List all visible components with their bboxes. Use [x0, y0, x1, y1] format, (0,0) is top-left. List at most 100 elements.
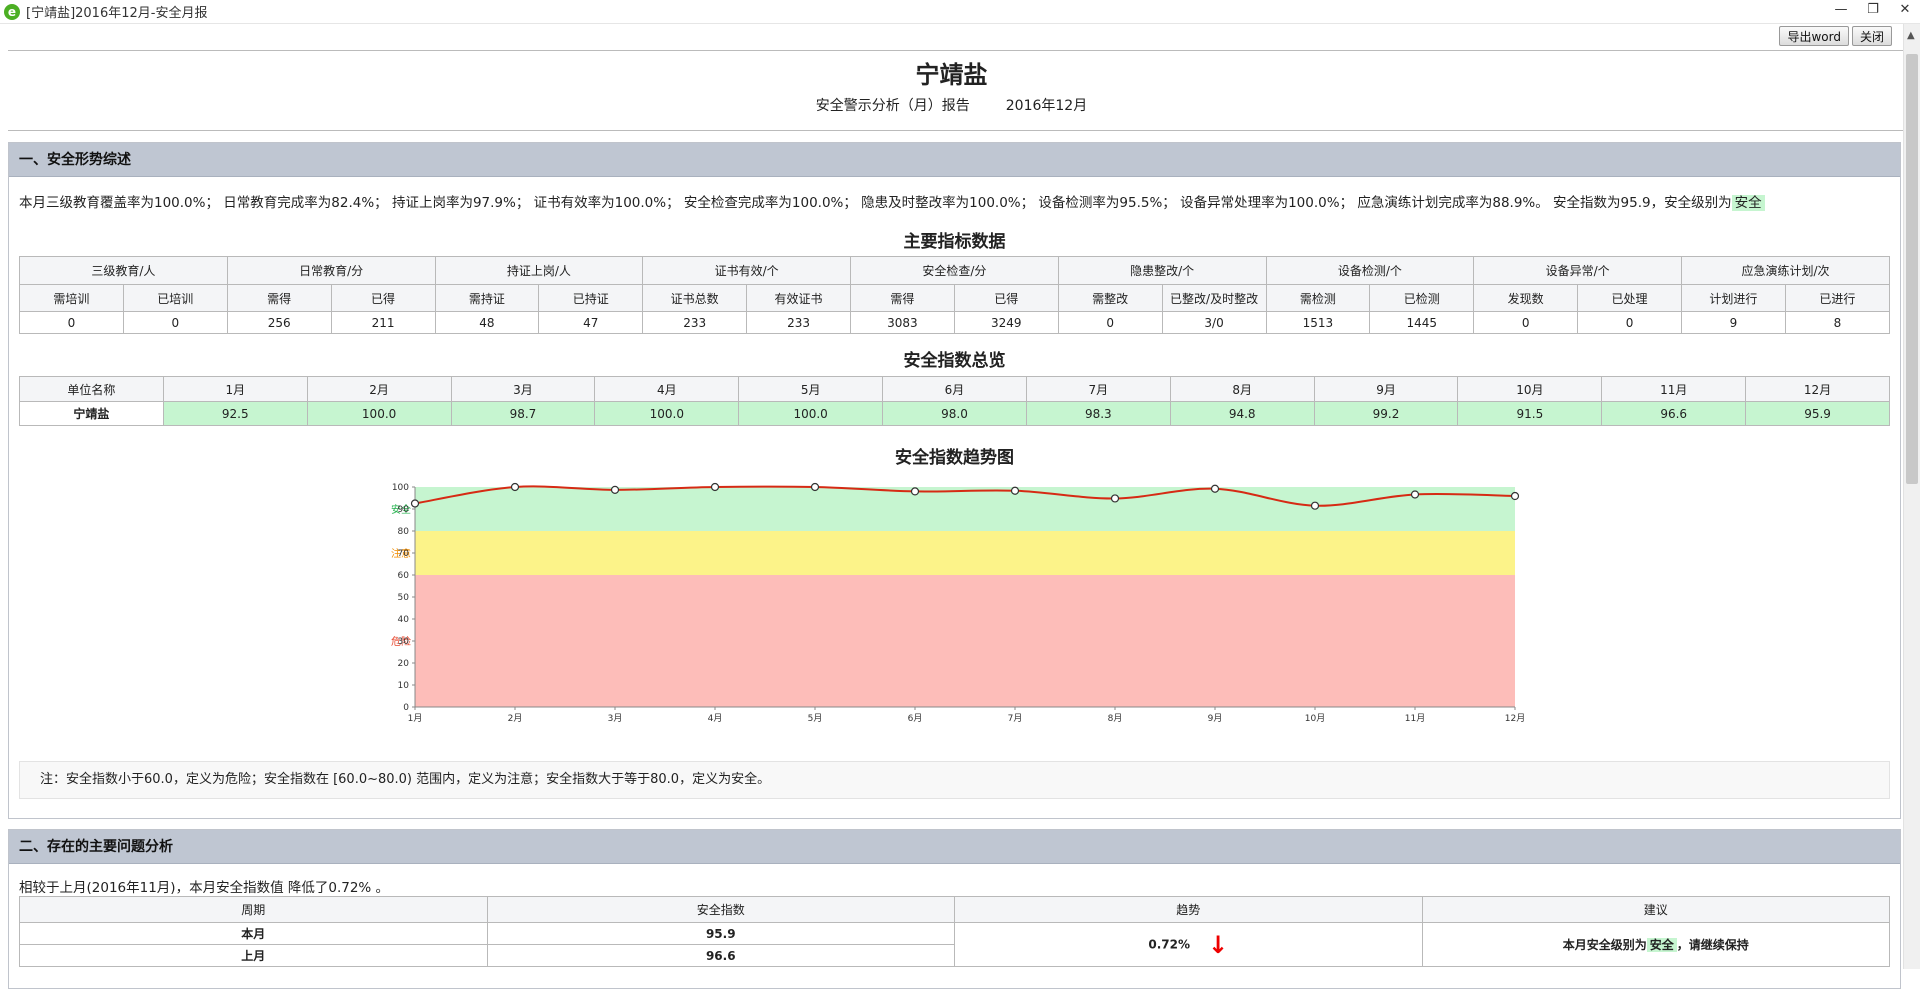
header-index: 安全指数 — [486, 896, 955, 923]
group-header: 证书有效/个 — [642, 256, 851, 285]
window-titlebar: e [宁靖盐]2016年12月-安全月报 — ❐ ✕ — [0, 0, 1920, 24]
scroll-thumb[interactable] — [1906, 54, 1918, 484]
report-title: 宁靖盐 — [915, 60, 988, 89]
export-word-button[interactable]: 导出word — [1779, 26, 1849, 46]
month-header: 6月 — [882, 376, 1027, 402]
trend-cell: 0.72% ↓ — [954, 922, 1423, 967]
table-header-row: 三级教育/人 日常教育/分 持证上岗/人 证书有效/个 安全检查/分 隐患整改/个 设备检测… — [19, 256, 1890, 285]
data-point — [910, 487, 920, 496]
sub-header: 已整改/及时整改 — [1161, 284, 1267, 312]
value-cell: 1513 — [1265, 311, 1371, 334]
month-header: 3月 — [450, 376, 596, 402]
trend-value: 0.72% — [1148, 937, 1191, 951]
indicators-table: 三级教育/人 日常教育/分 持证上岗/人 证书有效/个 安全检查/分 隐患整改/个 设备检测… — [19, 256, 1891, 334]
data-point — [610, 485, 620, 494]
sub-header: 需得 — [850, 284, 955, 312]
y-tick-label: 30 — [398, 637, 410, 647]
data-point — [1110, 494, 1120, 503]
sub-header: 已培训 — [122, 284, 228, 312]
sub-header: 需培训 — [19, 284, 124, 312]
index-value-cell: 100.0 — [738, 401, 884, 426]
group-header: 安全检查/分 — [850, 256, 1059, 285]
y-tick-label: 50 — [398, 593, 410, 603]
table-header-row: 周期 安全指数 趋势 建议 — [19, 896, 1890, 923]
data-point — [1310, 501, 1320, 510]
sub-header: 需整改 — [1057, 284, 1163, 312]
month-header: 5月 — [738, 376, 884, 402]
sub-header: 需检测 — [1265, 284, 1371, 312]
sub-header: 已得 — [330, 284, 436, 312]
x-tick-label: 12月 — [1505, 713, 1525, 724]
divider — [8, 50, 1903, 51]
y-tick-label: 70 — [398, 549, 410, 559]
safety-level-badge: 安全 — [1731, 195, 1765, 211]
table-subheader-row: 需培训 已培训 需得 已得 需持证 已持证 证书总数 有效证书 需得 已得 需整改 已整改/及时整改需… — [19, 284, 1891, 312]
y-tick-label: 60 — [398, 571, 410, 581]
unit-cell: 宁靖盐 — [19, 401, 164, 426]
index-value-cell: 92.5 — [162, 401, 308, 426]
sub-header: 需得 — [226, 284, 332, 312]
index-value-cell: 96.6 — [1601, 401, 1747, 426]
table-row: 0 0 256 211 48 47 233 233 3083 3249 0 3/0 1513 1445 0 0… — [19, 311, 1891, 334]
trend-chart-svg: 危险注意安全01020304050607080901001月 2月 3月 4月 5月 6月… — [391, 482, 1525, 724]
index-value-cell: 100.0 — [594, 401, 740, 426]
month-header: 12月 — [1745, 376, 1890, 402]
report-type: 安全警示分析（月）报告 — [815, 98, 970, 114]
close-button[interactable]: 关闭 — [1851, 26, 1892, 46]
restore-icon[interactable]: ❐ — [1864, 2, 1882, 17]
sub-header: 证书总数 — [642, 284, 748, 312]
unit-header: 单位名称 — [19, 376, 164, 402]
header-trend: 趋势 — [954, 896, 1423, 923]
chart-title: 安全指数趋势图 — [895, 448, 1014, 468]
value-cell: 211 — [330, 311, 436, 334]
vertical-scrollbar[interactable]: ▲ — [1903, 24, 1920, 969]
report-period: 2016年12月 — [1005, 98, 1088, 114]
y-tick-label: 90 — [398, 505, 410, 515]
month-header: 8月 — [1169, 376, 1315, 402]
minimize-icon[interactable]: — — [1832, 2, 1850, 17]
month-header: 11月 — [1601, 376, 1747, 402]
table-row: 本月 95.9 0.72% ↓ 本月安全级别为 安全 ，请继续保持 — [19, 922, 1890, 967]
advice-level-badge: 安全 — [1646, 938, 1677, 952]
x-tick-label: 4月 — [708, 713, 723, 724]
down-arrow-icon: ↓ — [1208, 930, 1229, 959]
comparison-text: 相较于上月(2016年11月)，本月安全指数值 降低了0.72% 。 — [19, 880, 390, 896]
sub-header: 计划进行 — [1681, 284, 1786, 312]
data-point — [410, 499, 420, 508]
sub-header: 已得 — [953, 284, 1059, 312]
month-header: 2月 — [306, 376, 452, 402]
band-1 — [415, 531, 1515, 575]
close-window-icon[interactable]: ✕ — [1896, 2, 1914, 17]
data-point — [1010, 486, 1020, 495]
index-cell: 96.6 — [486, 944, 955, 967]
group-header: 三级教育/人 — [19, 256, 228, 285]
value-cell: 0 — [1577, 311, 1682, 334]
report-toolbar: 导出word 关闭 — [1779, 26, 1892, 46]
header-period: 周期 — [19, 896, 488, 923]
x-tick-label: 11月 — [1405, 713, 1425, 724]
data-point — [1210, 484, 1220, 493]
period-cell: 上月 — [19, 944, 488, 967]
sub-header: 已处理 — [1577, 284, 1682, 312]
table-row: 宁靖盐 92.5 100.0 98.7 100.0 100.0 98.0 98.3 94.8 99… — [19, 401, 1890, 426]
index-value-cell: 91.5 — [1457, 401, 1603, 426]
group-header: 设备异常/个 — [1473, 256, 1682, 285]
sub-header: 需持证 — [434, 284, 540, 312]
sub-header: 已检测 — [1369, 284, 1475, 312]
advice-prefix: 本月安全级别为 — [1562, 938, 1647, 952]
scroll-up-icon[interactable]: ▲ — [1907, 30, 1915, 41]
comparison-table: 周期 安全指数 趋势 建议 本月 95.9 0.72% ↓ 本月安全级别为 安全 ，请… — [19, 896, 1890, 967]
value-cell: 9 — [1681, 311, 1786, 334]
section-heading: 二、存在的主要问题分析 — [9, 830, 1900, 864]
sub-header: 已进行 — [1784, 284, 1891, 312]
group-header: 应急演练计划/次 — [1681, 256, 1890, 285]
month-header: 9月 — [1313, 376, 1459, 402]
report-subtitle: 安全警示分析（月）报告 2016年12月 — [0, 95, 1903, 115]
advice-suffix: ，请继续保持 — [1676, 938, 1749, 952]
index-value-cell: 94.8 — [1169, 401, 1315, 426]
index-value-cell: 98.0 — [882, 401, 1027, 426]
value-cell: 0 — [1057, 311, 1163, 334]
index-value-cell: 98.7 — [450, 401, 596, 426]
value-cell: 3/0 — [1161, 311, 1267, 334]
data-point — [1410, 490, 1420, 499]
